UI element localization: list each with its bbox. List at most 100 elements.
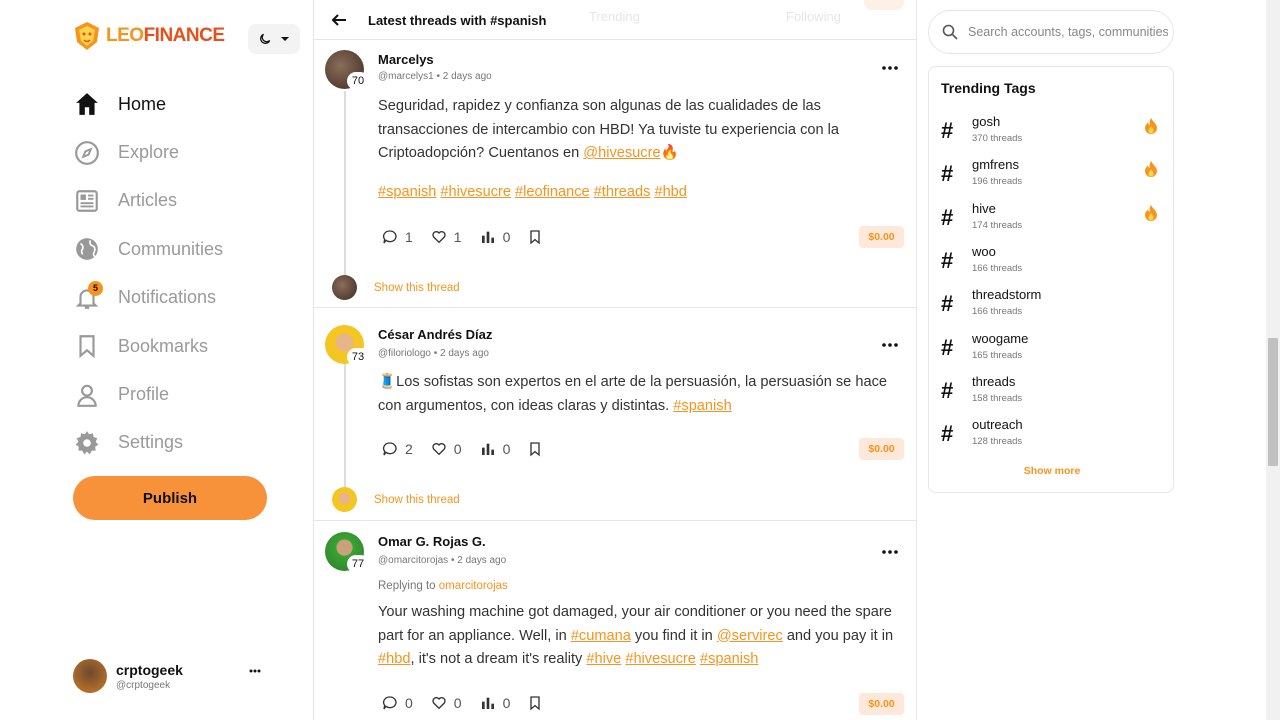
search-icon xyxy=(942,24,958,40)
mention-link[interactable]: @hivesucre xyxy=(583,145,660,161)
more-icon[interactable] xyxy=(882,65,898,71)
heart-icon xyxy=(432,231,446,244)
tag-link[interactable]: #cumana xyxy=(571,628,631,644)
tag-link[interactable]: #leofinance xyxy=(515,184,590,200)
trending-tag[interactable]: # threadstorm 166 threads xyxy=(941,287,1163,327)
trending-tag[interactable]: # outreach 128 threads xyxy=(941,417,1163,457)
nav-explore-label: Explore xyxy=(118,142,180,163)
payout-badge[interactable]: $0.00 xyxy=(859,438,904,460)
search-box[interactable] xyxy=(928,10,1174,54)
author-name[interactable]: Marcelys xyxy=(378,52,434,67)
show-thread-link[interactable]: Show this thread xyxy=(332,275,460,300)
post-text: 🧵Los sofistas son expertos en el arte de… xyxy=(378,374,887,414)
hashtag-icon: # xyxy=(941,161,954,186)
brand-part2: FINANCE xyxy=(143,25,225,46)
post-actions: 1 1 0 xyxy=(382,229,560,245)
bookmark-button[interactable] xyxy=(528,695,542,711)
more-icon[interactable] xyxy=(249,669,261,673)
comment-button[interactable]: 1 xyxy=(382,229,413,245)
avatar xyxy=(73,659,107,693)
vote-button[interactable]: 0 xyxy=(480,441,511,457)
author-handle[interactable]: @filoriologo xyxy=(378,348,431,359)
post-actions: 2 0 0 xyxy=(382,441,560,457)
thread-post[interactable]: 73 César Andrés Díaz @filoriologo • 2 da… xyxy=(314,308,916,521)
tag-link[interactable]: #hivesucre xyxy=(625,651,696,667)
publish-button[interactable]: Publish xyxy=(73,476,267,520)
post-body: Your washing machine got damaged, your a… xyxy=(378,601,898,672)
vote-count: 0 xyxy=(502,441,511,457)
nav-communities[interactable]: Communities xyxy=(73,225,223,273)
post-text: , it's not a dream it's reality xyxy=(410,651,587,667)
nav-articles[interactable]: Articles xyxy=(73,177,223,225)
replying-user-link[interactable]: omarcitorojas xyxy=(439,580,508,592)
comment-button[interactable]: 0 xyxy=(382,695,413,711)
trending-tag[interactable]: # hive 174 threads xyxy=(941,201,1163,241)
trending-tag-count: 370 threads xyxy=(972,133,1023,144)
trending-tag[interactable]: # threads 158 threads xyxy=(941,374,1163,414)
tag-link[interactable]: #spanish xyxy=(378,184,436,200)
tag-link[interactable]: #threads xyxy=(594,184,651,200)
like-button[interactable]: 1 xyxy=(431,229,462,245)
post-actions: 0 0 0 xyxy=(382,695,560,711)
nav-notifications[interactable]: 5 Notifications xyxy=(73,274,223,322)
author-name[interactable]: Omar G. Rojas G. xyxy=(378,534,486,549)
show-more-link[interactable]: Show more xyxy=(929,465,1175,477)
bookmark-button[interactable] xyxy=(528,229,542,245)
author-handle[interactable]: @omarcitorojas xyxy=(378,555,448,566)
trending-tag[interactable]: # woogame 165 threads xyxy=(941,331,1163,371)
leofinance-logo[interactable]: LEOFINANCE xyxy=(72,20,225,52)
nav-settings[interactable]: Settings xyxy=(73,419,223,467)
tag-link[interactable]: #hbd xyxy=(654,184,686,200)
fire-icon xyxy=(1145,205,1157,221)
tag-link[interactable]: #hivesucre xyxy=(440,184,511,200)
post-meta: @filoriologo • 2 days ago xyxy=(378,348,489,359)
tag-link[interactable]: #spanish xyxy=(673,398,731,414)
comment-button[interactable]: 2 xyxy=(382,441,413,457)
trending-tag-name: woogame xyxy=(972,331,1029,346)
nav-communities-label: Communities xyxy=(118,238,224,259)
bar-chart-icon xyxy=(481,697,494,709)
post-meta: @marcelys1 • 2 days ago xyxy=(378,71,492,82)
bookmark-button[interactable] xyxy=(528,441,542,457)
main-nav: Home Explore Articles Communities 5 Noti… xyxy=(73,80,223,467)
mention-link[interactable]: @servirec xyxy=(717,628,783,644)
nav-profile[interactable]: Profile xyxy=(73,370,223,418)
like-button[interactable]: 0 xyxy=(431,441,462,457)
current-user-handle: @crptogeek xyxy=(116,679,171,691)
more-icon[interactable] xyxy=(882,549,898,555)
author-name[interactable]: César Andrés Díaz xyxy=(378,327,492,342)
payout-badge[interactable]: $0.00 xyxy=(859,693,904,715)
trending-tag[interactable]: # gmfrens 196 threads xyxy=(941,157,1163,197)
show-thread-link[interactable]: Show this thread xyxy=(332,487,460,512)
hashtag-icon: # xyxy=(941,335,954,360)
author-handle[interactable]: @marcelys1 xyxy=(378,71,434,82)
scrollbar-thumb[interactable] xyxy=(1268,338,1278,466)
current-user[interactable]: crptogeek @crptogeek xyxy=(73,659,273,693)
more-icon[interactable] xyxy=(882,342,898,348)
tag-link[interactable]: #spanish xyxy=(700,651,758,667)
trending-tag[interactable]: # gosh 370 threads xyxy=(941,114,1163,154)
trending-tag[interactable]: # woo 166 threads xyxy=(941,244,1163,284)
thread-post[interactable]: 70 Marcelys @marcelys1 • 2 days ago Segu… xyxy=(314,41,916,308)
post-body: Seguridad, rapidez y confianza son algun… xyxy=(378,95,898,166)
nav-explore[interactable]: Explore xyxy=(73,128,223,176)
theme-toggle-button[interactable] xyxy=(248,24,300,54)
vote-button[interactable]: 0 xyxy=(480,229,510,245)
payout-badge[interactable]: $0.00 xyxy=(859,226,904,248)
like-button[interactable]: 0 xyxy=(431,695,462,711)
back-arrow-icon[interactable] xyxy=(329,10,349,30)
show-thread-label: Show this thread xyxy=(374,281,460,294)
tag-link[interactable]: #hive xyxy=(586,651,621,667)
search-input[interactable] xyxy=(968,25,1168,39)
reputation-badge: 70 xyxy=(347,72,369,90)
vote-button[interactable]: 0 xyxy=(480,695,510,711)
fire-icon xyxy=(1145,161,1157,177)
like-count: 0 xyxy=(453,441,462,457)
nav-home[interactable]: Home xyxy=(73,80,223,128)
thread-post[interactable]: 77 Omar G. Rojas G. @omarcitorojas • 2 d… xyxy=(314,521,916,720)
tag-link[interactable]: #hbd xyxy=(378,651,410,667)
hashtag-icon: # xyxy=(941,421,954,446)
nav-bookmarks[interactable]: Bookmarks xyxy=(73,322,223,370)
show-thread-label: Show this thread xyxy=(374,493,460,506)
hashtag-icon: # xyxy=(941,118,954,143)
